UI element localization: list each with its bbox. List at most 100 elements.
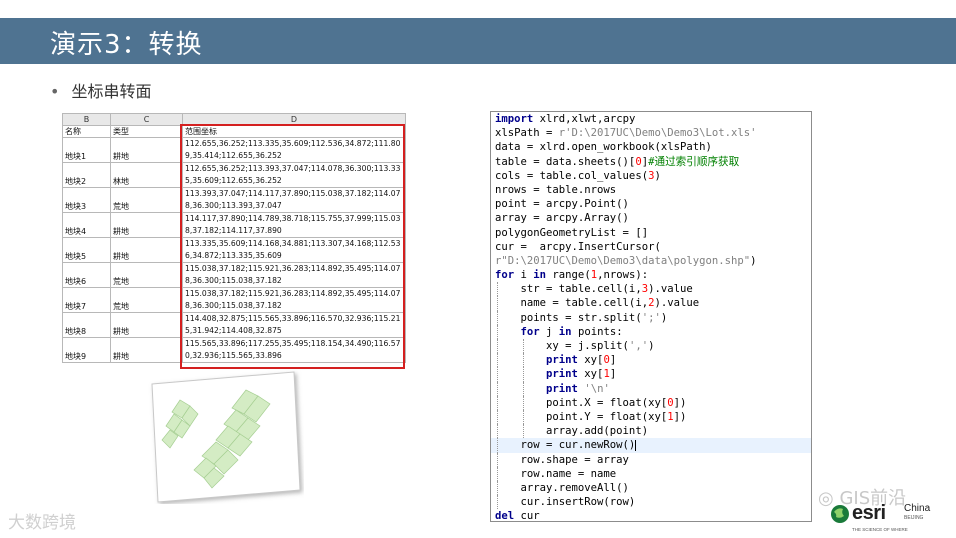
table-row: 地块4 耕地 114.117,37.890;114.789,38.718;115… [62,212,406,238]
indent-guide [497,480,498,496]
header-cell-type[interactable]: 类型 [110,125,183,138]
cell-coords[interactable]: 115.038,37.182;115.921,36.283;114.892,35… [182,287,406,313]
indent-guide [497,424,498,439]
code-line[interactable]: print xy[0] [491,353,811,368]
code-line[interactable]: str = table.cell(i,3).value [491,282,811,297]
cell-name[interactable]: 地块4 [62,212,111,238]
code-line[interactable]: row.shape = array [491,452,811,467]
code-token: ,nrows): [597,269,649,282]
code-line[interactable]: print xy[1] [491,367,811,382]
code-line[interactable]: del cur [491,509,811,522]
cell-name[interactable]: 地块9 [62,337,111,363]
cell-coords[interactable]: 112.655,36.252;113.335,35.609;112.536,34… [182,137,406,163]
code-line[interactable]: point = arcpy.Point() [491,197,811,211]
cell-type[interactable]: 荒地 [110,262,183,288]
cell-type[interactable]: 耕地 [110,337,183,363]
cell-type[interactable]: 荒地 [110,187,183,213]
spreadsheet-table: B C D 名称 类型 范围坐标 地块1 耕地 112.655,36.252;1… [62,113,406,363]
code-token: cur [514,510,540,522]
cell-name[interactable]: 地块5 [62,237,111,263]
cell-type[interactable]: 耕地 [110,237,183,263]
code-token: for [495,269,515,282]
cell-type[interactable]: 耕地 [110,137,183,163]
cell-coords[interactable]: 114.117,37.890;114.789,38.718;115.755,37… [182,212,406,238]
code-line[interactable]: array.add(point) [491,424,811,439]
cell-name[interactable]: 地块1 [62,137,111,163]
code-token: xlsPath = [495,127,559,140]
code-line[interactable]: array = arcpy.Array() [491,211,811,225]
code-line[interactable]: point.Y = float(xy[1]) [491,409,811,425]
code-line[interactable]: xlsPath = r'D:\2017UC\Demo\Demo3\Lot.xls… [491,126,811,140]
cell-type[interactable]: 林地 [110,162,183,188]
code-line[interactable]: for j in points: [491,324,811,339]
cell-type[interactable]: 荒地 [110,287,183,313]
code-line[interactable]: array.removeAll() [491,480,811,496]
indent-guide [497,381,498,396]
code-token: r'D:\2017UC\Demo\Demo3\Lot.xls' [558,127,757,140]
code-line[interactable]: cur.insertRow(row) [491,495,811,510]
code-token: r"D:\2017UC\Demo\Demo3\data\polygon.shp" [495,254,751,267]
code-line[interactable]: nrows = table.nrows [491,183,811,197]
cell-coords[interactable]: 113.393,37.047;114.117,37.890;115.038,37… [182,187,406,213]
column-letter[interactable]: C [110,113,183,126]
cell-coords[interactable]: 115.565,33.896;117.255,35.495;118.154,34… [182,337,406,363]
cell-coords[interactable]: 115.038,37.182;115.921,36.283;114.892,35… [182,262,406,288]
header-cell-name[interactable]: 名称 [62,125,111,138]
code-token: xlrd,xlwt,arcpy [533,113,636,125]
indent-guide [497,353,498,368]
code-line[interactable]: cur = arcpy.InsertCursor( [491,240,811,254]
code-token: ).value [648,283,693,296]
cell-coords[interactable]: 113.335,35.609;114.168,34.881;113.307,34… [182,237,406,263]
code-line[interactable]: cols = table.col_values(3) [491,169,811,183]
cell-name[interactable]: 地块8 [62,312,111,338]
column-letter-row: B C D [62,113,406,126]
code-line[interactable]: import xlrd,xlwt,arcpy [491,112,811,126]
indent-guide [497,495,498,510]
code-token: print [546,368,578,381]
code-token: row.shape = array [495,453,629,466]
code-line[interactable]: r"D:\2017UC\Demo\Demo3\data\polygon.shp"… [491,254,811,268]
code-token: points = str.split( [495,311,642,324]
cell-name[interactable]: 地块2 [62,162,111,188]
header-cell-coords[interactable]: 范围坐标 [182,125,406,138]
code-line[interactable]: table = data.sheets()[0]#通过索引顺序获取 [491,155,811,169]
code-line[interactable]: points = str.split(';') [491,310,811,325]
column-letter[interactable]: D [182,113,406,126]
indent-guide [497,324,498,339]
code-line[interactable]: for i in range(1,nrows): [491,268,811,282]
code-token: polygonGeometryList = [] [495,226,649,239]
code-token: array.removeAll() [495,481,629,494]
code-line[interactable]: row = cur.newRow() [491,438,811,453]
code-token: xy = j.split( [495,340,629,352]
code-token: str = table.cell(i, [495,283,642,296]
code-token: xy[ [577,368,604,381]
code-token: ) [750,254,757,267]
code-line[interactable]: point.X = float(xy[0]) [491,395,811,410]
code-token: for [520,325,540,338]
cell-coords[interactable]: 112.655,36.252;113.393,37.047;114.078,36… [182,162,406,188]
polygon-map-graphic [151,371,301,503]
cell-name[interactable]: 地块6 [62,262,111,288]
code-token: range( [546,269,591,282]
code-line[interactable]: name = table.cell(i,2).value [491,296,811,311]
code-editor[interactable]: import xlrd,xlwt,arcpy xlsPath = r'D:\201… [490,111,812,522]
cell-coords[interactable]: 114.408,32.875;115.565,33.896;116.570,32… [182,312,406,338]
cell-name[interactable]: 地块7 [62,287,111,313]
indent-guide [497,310,498,325]
cell-type[interactable]: 耕地 [110,312,183,338]
code-token: name = table.cell(i, [495,297,649,310]
cell-type[interactable]: 耕地 [110,212,183,238]
code-line[interactable]: data = xlrd.open_workbook(xlsPath) [491,140,811,154]
code-token: point.X = float(xy[ [495,396,668,409]
code-token: point = arcpy.Point() [495,198,629,211]
indent-guide [497,438,498,453]
column-letter[interactable]: B [62,113,111,126]
cell-name[interactable]: 地块3 [62,187,111,213]
code-token: j [539,325,559,338]
code-token: ) [654,169,661,182]
code-line[interactable]: row.name = name [491,466,811,481]
code-line[interactable]: print '\n' [491,381,811,396]
code-line[interactable]: xy = j.split(',') [491,339,811,354]
code-line[interactable]: polygonGeometryList = [] [491,226,811,240]
